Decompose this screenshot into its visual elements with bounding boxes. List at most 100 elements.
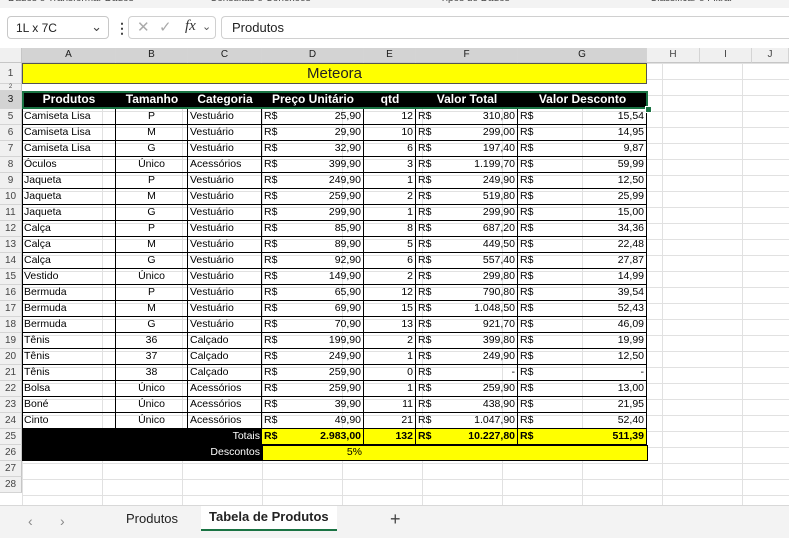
cell-qtd[interactable]: 0 (364, 365, 416, 381)
cell-categoria[interactable]: Vestuário (188, 253, 262, 269)
cell-preco[interactable]: R$ 29,90 (262, 125, 364, 141)
cell-preco[interactable]: R$ 399,90 (262, 157, 364, 173)
cell-valor-total[interactable]: R$ 1.199,70 (416, 157, 518, 173)
totals-valor-desconto[interactable]: R$ 511,39 (518, 429, 647, 445)
cell-preco[interactable]: R$ 39,90 (262, 397, 364, 413)
cell-produto[interactable]: Calça (22, 237, 116, 253)
cell-qtd[interactable]: 11 (364, 397, 416, 413)
cell-valor-desconto[interactable]: R$ 15,00 (518, 205, 647, 221)
row-header[interactable]: 20 (0, 349, 22, 365)
header-cell[interactable]: qtd (364, 91, 416, 109)
cell-valor-total[interactable]: R$ 249,90 (416, 173, 518, 189)
row-header[interactable]: 28 (0, 477, 22, 493)
tab-next-icon[interactable]: › (60, 513, 65, 529)
fill-handle[interactable] (645, 106, 652, 113)
row-header[interactable]: 27 (0, 461, 22, 477)
cell-preco[interactable]: R$ 70,90 (262, 317, 364, 333)
formula-input[interactable]: Produtos (221, 16, 789, 39)
cell-valor-desconto[interactable]: R$ 14,99 (518, 269, 647, 285)
cell-valor-total[interactable]: R$ 557,40 (416, 253, 518, 269)
cell-preco[interactable]: R$ 89,90 (262, 237, 364, 253)
cell-tamanho[interactable]: 38 (116, 365, 188, 381)
cell-qtd[interactable]: 13 (364, 317, 416, 333)
header-cell[interactable]: Valor Desconto (518, 91, 647, 109)
cell-preco[interactable]: R$ 92,90 (262, 253, 364, 269)
cell-categoria[interactable]: Vestuário (188, 173, 262, 189)
cell-valor-desconto[interactable]: R$ 21,95 (518, 397, 647, 413)
cell-qtd[interactable]: 15 (364, 301, 416, 317)
cell-valor-desconto[interactable]: R$ 39,54 (518, 285, 647, 301)
column-header[interactable]: B (116, 48, 188, 63)
cell-categoria[interactable]: Vestuário (188, 285, 262, 301)
cell-categoria[interactable]: Acessórios (188, 397, 262, 413)
row-header[interactable]: 17 (0, 301, 22, 317)
cell-preco[interactable]: R$ 32,90 (262, 141, 364, 157)
cell-qtd[interactable]: 2 (364, 333, 416, 349)
cell-tamanho[interactable]: P (116, 109, 188, 125)
column-header[interactable]: F (416, 48, 518, 63)
cell-tamanho[interactable]: M (116, 301, 188, 317)
cell-valor-desconto[interactable]: R$ 13,00 (518, 381, 647, 397)
column-header[interactable]: I (700, 48, 752, 63)
cell-valor-desconto[interactable]: R$ 9,87 (518, 141, 647, 157)
cell-tamanho[interactable]: G (116, 205, 188, 221)
cell-produto[interactable]: Calça (22, 221, 116, 237)
cell-produto[interactable]: Bermuda (22, 285, 116, 301)
row-header[interactable]: 22 (0, 381, 22, 397)
more-options-icon[interactable]: ⋮ (115, 20, 129, 37)
totals-label[interactable]: Totais (188, 429, 262, 445)
cell-produto[interactable]: Jaqueta (22, 173, 116, 189)
cell-valor-desconto[interactable]: R$ 19,99 (518, 333, 647, 349)
column-header[interactable]: G (518, 48, 647, 63)
totals-preco[interactable]: R$ 2.983,00 (262, 429, 364, 445)
cell-preco[interactable]: R$ 249,90 (262, 349, 364, 365)
cell-valor-desconto[interactable]: R$ 12,50 (518, 349, 647, 365)
ribbon-item[interactable]: Tipos de Dados (440, 0, 510, 4)
tab-tabela-de-produtos[interactable]: Tabela de Produtos (201, 506, 337, 531)
descontos-value[interactable]: 5% (262, 445, 364, 461)
row-header[interactable]: 2 (0, 84, 22, 91)
cell-qtd[interactable]: 5 (364, 237, 416, 253)
cell-valor-desconto[interactable]: R$ 46,09 (518, 317, 647, 333)
cell-categoria[interactable]: Vestuário (188, 109, 262, 125)
cell-valor-desconto[interactable]: R$ 52,43 (518, 301, 647, 317)
cell-valor-desconto[interactable]: R$ 52,40 (518, 413, 647, 429)
cell-produto[interactable]: Tênis (22, 365, 116, 381)
cell-valor-total[interactable]: R$ 299,80 (416, 269, 518, 285)
ribbon-item[interactable]: Classificar e Filtrar (650, 0, 733, 4)
row-header[interactable]: 5 (0, 109, 22, 125)
cell-valor-desconto[interactable]: R$ 22,48 (518, 237, 647, 253)
cell-preco[interactable]: R$ 69,90 (262, 301, 364, 317)
cell-tamanho[interactable]: G (116, 317, 188, 333)
row-header[interactable]: 1 (0, 63, 22, 84)
cell-produto[interactable]: Camiseta Lisa (22, 141, 116, 157)
cell-valor-total[interactable]: R$ 299,90 (416, 205, 518, 221)
cell-tamanho[interactable]: P (116, 221, 188, 237)
row-header[interactable]: 19 (0, 333, 22, 349)
row-header[interactable]: 14 (0, 253, 22, 269)
column-header[interactable]: A (22, 48, 116, 63)
cell-categoria[interactable]: Calçado (188, 333, 262, 349)
cell-tamanho[interactable]: P (116, 285, 188, 301)
cell-qtd[interactable]: 8 (364, 221, 416, 237)
totals-qtd[interactable]: 132 (364, 429, 416, 445)
row-header[interactable]: 7 (0, 141, 22, 157)
cell-preco[interactable]: R$ 49,90 (262, 413, 364, 429)
row-header[interactable]: 26 (0, 445, 22, 461)
ribbon-item[interactable]: Consultas e Conexões (210, 0, 311, 4)
cell-qtd[interactable]: 10 (364, 125, 416, 141)
row-header[interactable]: 15 (0, 269, 22, 285)
row-header[interactable]: 10 (0, 189, 22, 205)
cell-valor-desconto[interactable]: R$ 25,99 (518, 189, 647, 205)
cell-tamanho[interactable]: G (116, 141, 188, 157)
cell-produto[interactable]: Cinto (22, 413, 116, 429)
cell-categoria[interactable]: Acessórios (188, 157, 262, 173)
cell-categoria[interactable]: Vestuário (188, 141, 262, 157)
cell-categoria[interactable]: Calçado (188, 365, 262, 381)
cell-qtd[interactable]: 1 (364, 349, 416, 365)
insert-function-icon[interactable]: fx (185, 18, 196, 35)
cell-qtd[interactable]: 2 (364, 269, 416, 285)
cell-categoria[interactable]: Calçado (188, 349, 262, 365)
cell-produto[interactable]: Jaqueta (22, 205, 116, 221)
cell-qtd[interactable]: 6 (364, 141, 416, 157)
